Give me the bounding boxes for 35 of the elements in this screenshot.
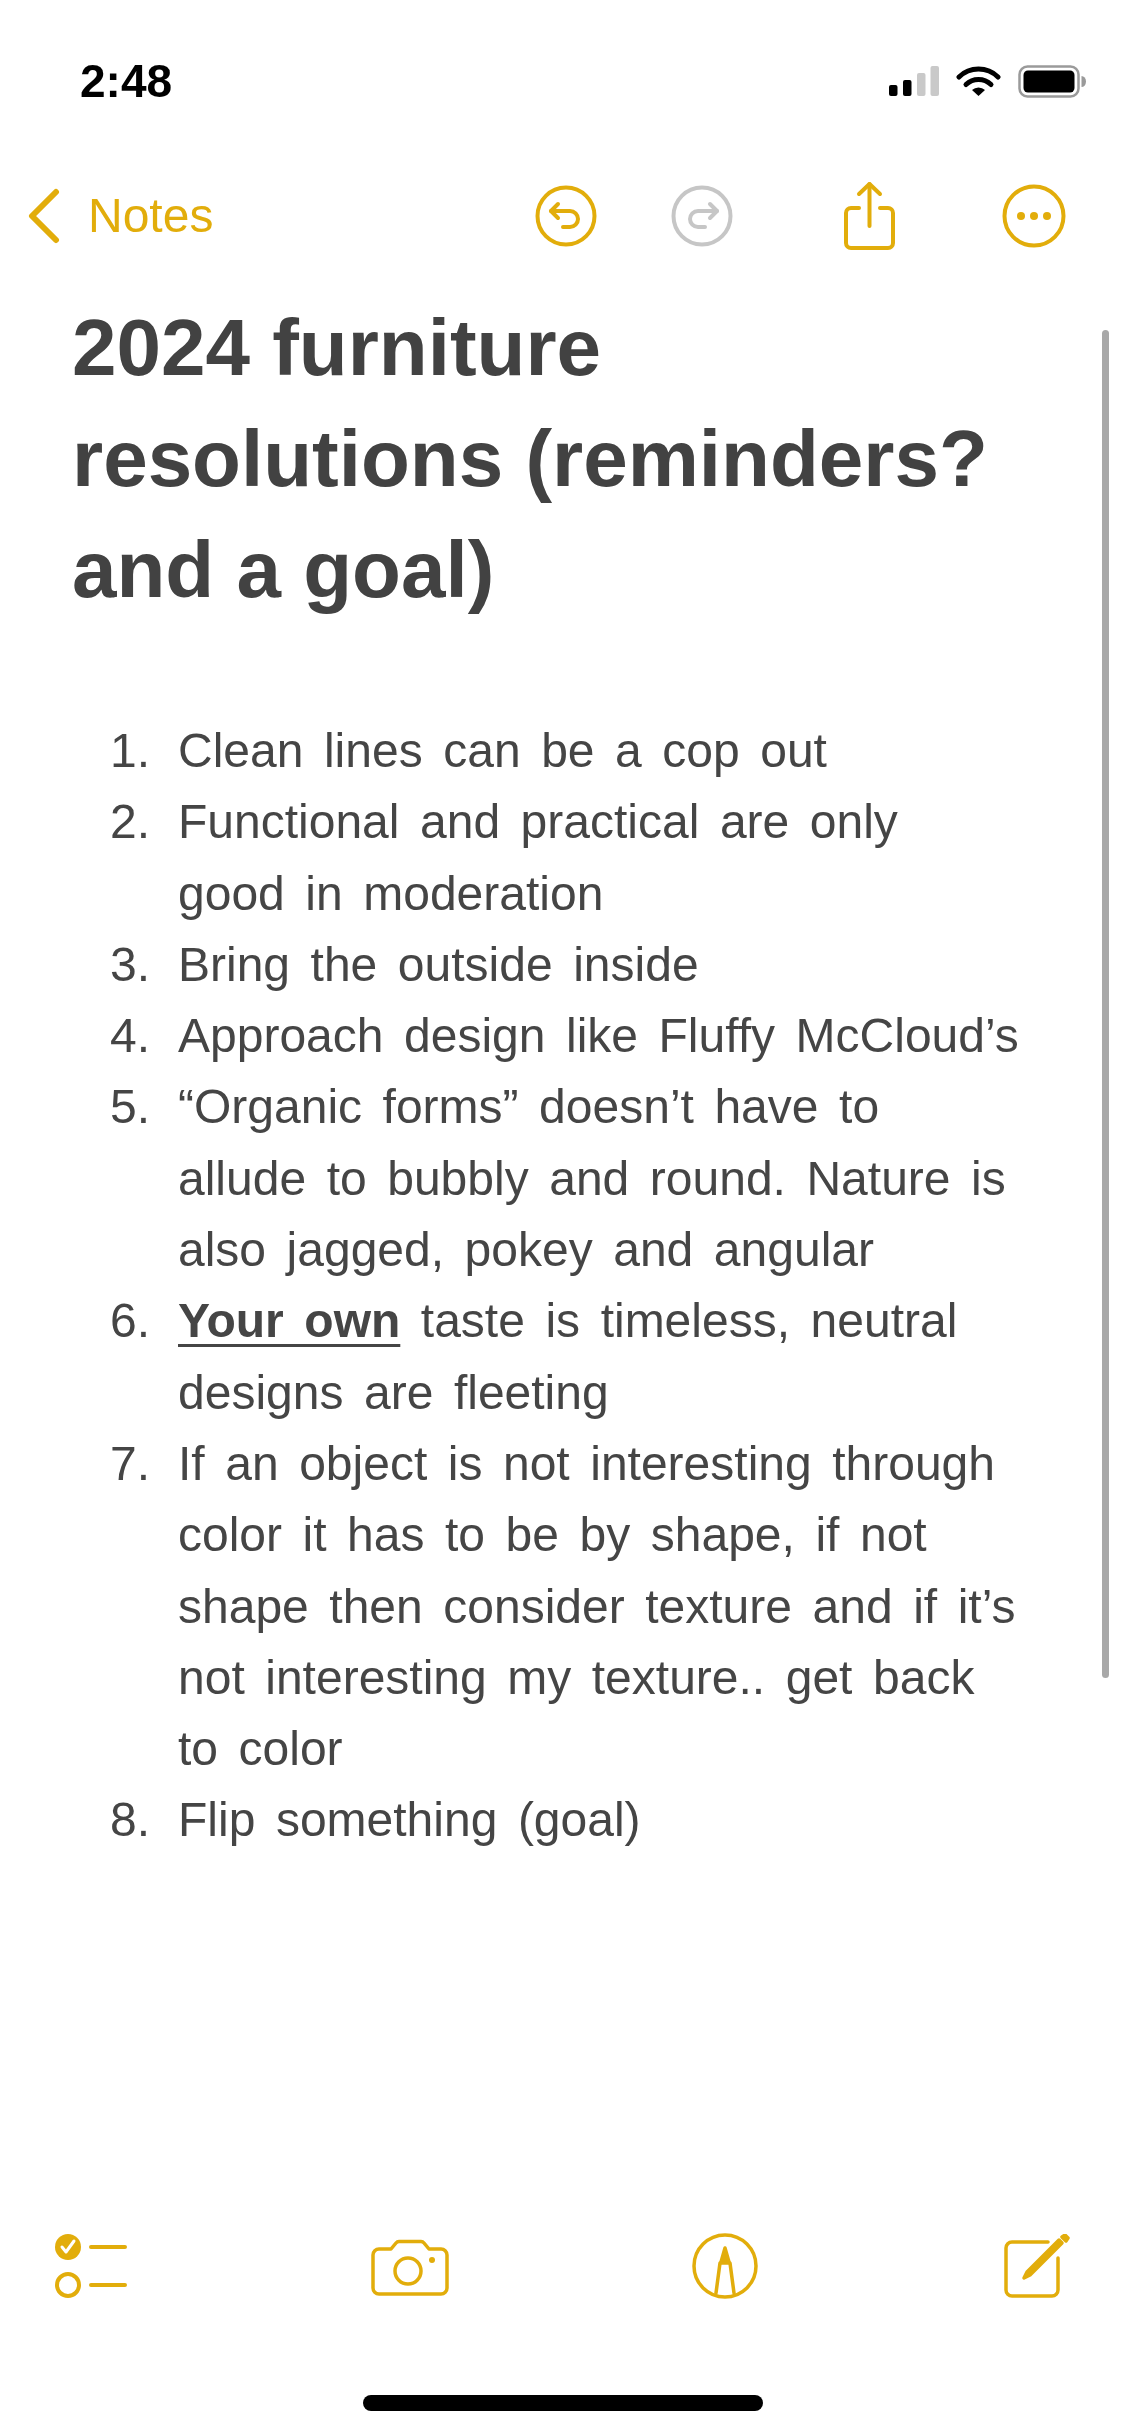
status-time: 2:48 [80,58,173,104]
list-number: 3. [108,936,150,993]
list-number: 1. [108,723,150,779]
list-number: 2. [108,794,150,851]
more-button[interactable] [1002,184,1066,248]
list-number: 6. [108,1293,150,1350]
share-button[interactable] [842,180,897,252]
checklist-icon [55,2233,127,2299]
list-item-text: Flip something (goal) [178,1792,642,1849]
undo-icon [535,185,597,247]
markup-button[interactable] [692,2233,759,2299]
checklist-button[interactable] [55,2233,127,2299]
undo-button[interactable] [535,185,597,247]
more-icon [1002,184,1066,248]
list-item-text: Your own taste is timeless, neutral designs are fleeting [178,1293,959,1421]
redo-icon [671,185,733,247]
compose-icon [1001,2234,1070,2298]
list-item-text: Approach design like Fluffy McCloud’s [178,1008,1020,1065]
battery-icon [1018,64,1086,98]
list-number: 7. [108,1435,150,1492]
list-number: 4. [108,1008,150,1065]
list-item-text: Bring the outside inside [178,936,700,993]
list-item-text: Functional and practical are only good in moderation [178,794,899,922]
chevron-left-icon [28,188,60,244]
note-title: 2024 furniture resolutions (reminders? and a goal) [72,302,989,616]
wifi-icon [956,65,1001,97]
list-item-text: Clean lines can be a cop out [178,723,828,779]
list-number: 5. [108,1079,150,1136]
signal-icon [889,66,939,96]
compose-button[interactable] [1001,2234,1070,2298]
pen-tip-circle-icon [692,2233,759,2299]
list-number: 8. [108,1792,150,1849]
share-icon [842,180,897,252]
list-item-text: If an object is not interesting through color it has to be by shape, if not shape then consider texture and if it’s not interesting my texture.. get back to color [178,1435,1017,1778]
back-button[interactable]: Notes [28,188,214,244]
